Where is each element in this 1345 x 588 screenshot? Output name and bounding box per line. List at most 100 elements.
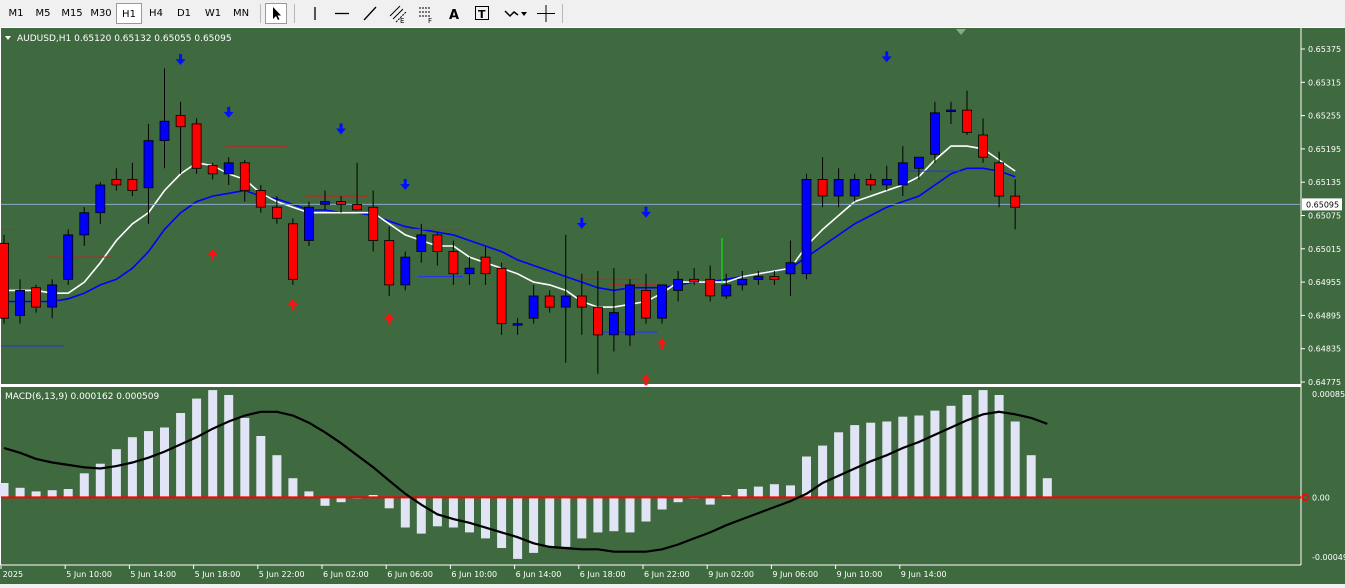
candle-body	[528, 295, 539, 319]
timeframe-mn-button[interactable]: MN	[228, 3, 254, 24]
candle-body	[303, 206, 314, 241]
text-box-icon[interactable]: T	[471, 3, 493, 24]
horizontal-line-icon[interactable]	[331, 3, 353, 24]
candle-body	[641, 289, 651, 319]
time-label: 6 Jun 02:00	[323, 570, 369, 579]
candle-body	[544, 295, 555, 308]
candle-body	[320, 201, 330, 205]
candle-body	[560, 295, 571, 308]
macd-histogram-bar	[160, 427, 169, 498]
time-label: 9 Jun 10:00	[837, 570, 883, 579]
macd-histogram-bar	[1010, 421, 1020, 498]
price-label: 0.65375	[1308, 45, 1341, 54]
candle-body	[15, 289, 26, 316]
price-label: 0.64835	[1308, 345, 1341, 354]
candle-body	[79, 212, 90, 236]
candle-body	[239, 162, 250, 191]
price-chart-svg[interactable]: 0.65375 0.65315 0.65255 0.65195 0.65135 0.650…	[0, 27, 1345, 584]
macd-histogram-bar	[978, 390, 988, 498]
macd-header: MACD(6,13,9) 0.000162 0.000509	[5, 392, 160, 402]
price-label: 0.65315	[1308, 78, 1341, 87]
chart-window[interactable]: 0.65375 0.65315 0.65255 0.65195 0.65135 0.650…	[0, 27, 1345, 584]
candle-body	[111, 178, 122, 186]
macd-level-label: 0.00	[1312, 493, 1330, 502]
vertical-line-icon[interactable]	[304, 3, 326, 24]
macd-histogram-bar	[1026, 455, 1036, 498]
candle	[191, 118, 202, 174]
macd-histogram-bar	[705, 497, 715, 505]
macd-histogram-bar	[818, 445, 828, 498]
trendline-icon[interactable]	[359, 3, 381, 24]
candle-body	[127, 178, 138, 191]
macd-histogram-bar	[641, 497, 651, 522]
timeframe-m15-button[interactable]: M15	[58, 3, 86, 24]
candle-body	[753, 276, 764, 280]
candle-body	[143, 140, 154, 189]
candle	[801, 173, 812, 280]
candle-body	[480, 256, 491, 275]
candle-body	[287, 223, 298, 280]
toolbar: M1 M5 M15 M30 H1 H4 D1 W1 MN E F A T	[0, 0, 1345, 28]
candle-body	[833, 178, 844, 197]
macd-histogram-bar	[545, 497, 555, 547]
candle-body	[464, 267, 475, 275]
arrows-icon[interactable]	[501, 3, 531, 24]
text-label-icon[interactable]: A	[443, 3, 465, 24]
time-label: 5 Jun 10:00	[66, 570, 112, 579]
timeframe-w1-button[interactable]: W1	[199, 3, 227, 24]
macd-histogram-bar	[898, 416, 908, 498]
macd-histogram-bar	[914, 415, 924, 498]
candle-body	[657, 284, 667, 319]
timeframe-h4-button[interactable]: H4	[143, 3, 169, 24]
time-label: 6 Jun 18:00	[580, 570, 626, 579]
macd-histogram-bar	[192, 398, 202, 498]
toolbar-separator	[562, 4, 563, 23]
candle-body	[512, 323, 523, 326]
macd-histogram-bar	[240, 417, 250, 498]
price-label: 0.64775	[1308, 378, 1341, 387]
timeframe-m1-button[interactable]: M1	[4, 3, 28, 24]
timeframe-m5-button[interactable]: M5	[30, 3, 56, 24]
candle	[287, 218, 298, 285]
candle-body	[962, 109, 972, 133]
candle	[63, 229, 74, 285]
price-label: 0.64895	[1308, 311, 1341, 320]
macd-level-label: 0.000858	[1312, 390, 1345, 399]
candle-body	[63, 234, 74, 280]
price-label: 0.65135	[1308, 178, 1341, 187]
timeframe-d1-button[interactable]: D1	[171, 3, 197, 24]
candle-body	[881, 178, 892, 186]
macd-histogram-bar	[657, 497, 667, 510]
macd-histogram-bar	[834, 432, 844, 498]
cursor-icon[interactable]	[265, 3, 287, 24]
macd-histogram-bar	[930, 410, 940, 498]
candle-body	[609, 312, 619, 336]
time-label: 5 Jun 14:00	[130, 570, 176, 579]
candle-body	[994, 162, 1004, 197]
fibonacci-icon[interactable]: F	[415, 3, 437, 25]
equidistant-channel-icon[interactable]: E	[387, 3, 409, 25]
candle-body	[368, 206, 379, 241]
macd-histogram-bar	[737, 489, 747, 498]
timeframe-m30-button[interactable]: M30	[87, 3, 115, 24]
timeframe-h1-button[interactable]: H1	[116, 3, 142, 24]
candle-body	[255, 190, 266, 208]
macd-histogram-bar	[272, 455, 282, 498]
candle-body	[384, 240, 395, 286]
crosshair-icon[interactable]	[535, 3, 557, 24]
arrow-shaft	[211, 254, 215, 261]
candle-body	[271, 206, 282, 219]
candle-body	[625, 284, 635, 336]
time-label: 9 Jun 02:00	[708, 570, 754, 579]
macd-histogram-bar	[497, 497, 507, 548]
price-scale-background	[1301, 28, 1345, 565]
candle	[400, 251, 411, 291]
candle-body	[737, 278, 748, 286]
candle-body	[593, 306, 603, 336]
arrow-shaft	[387, 318, 391, 325]
svg-text:T: T	[478, 8, 486, 21]
macd-histogram-bar	[481, 497, 490, 539]
svg-text:E: E	[400, 17, 404, 24]
candle-body	[400, 256, 411, 286]
time-label: 5 Jun 2025	[0, 570, 23, 579]
